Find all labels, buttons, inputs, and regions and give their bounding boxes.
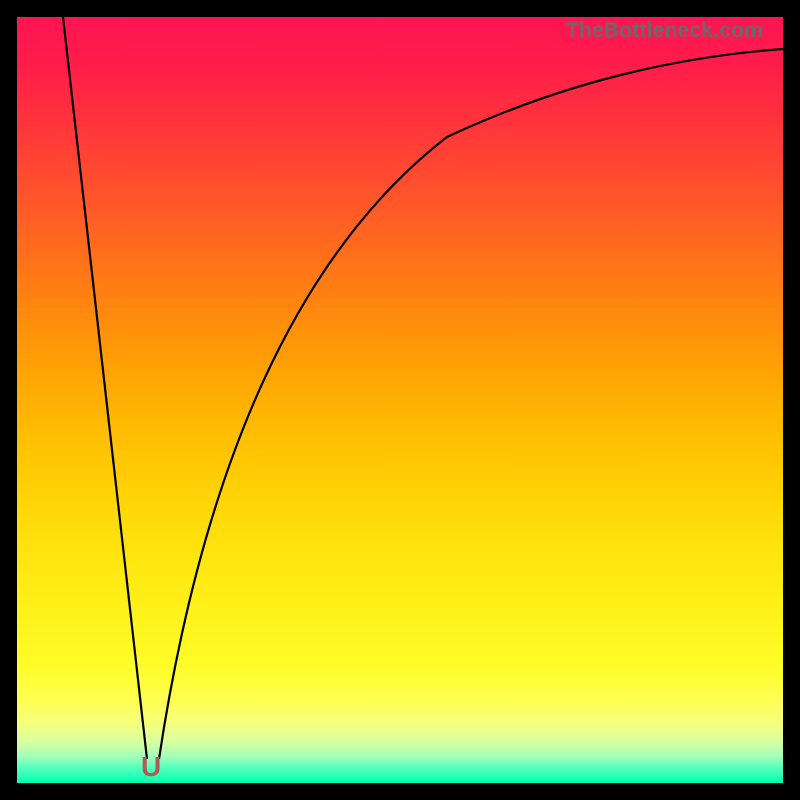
- chart-frame: TheBottleneck.com U: [0, 0, 800, 800]
- bottleneck-curve: [17, 17, 783, 783]
- curve-right-branch: [159, 49, 783, 759]
- curve-left-branch: [63, 17, 147, 759]
- optimal-dip-marker: U: [141, 753, 158, 781]
- plot-area: TheBottleneck.com U: [17, 17, 783, 783]
